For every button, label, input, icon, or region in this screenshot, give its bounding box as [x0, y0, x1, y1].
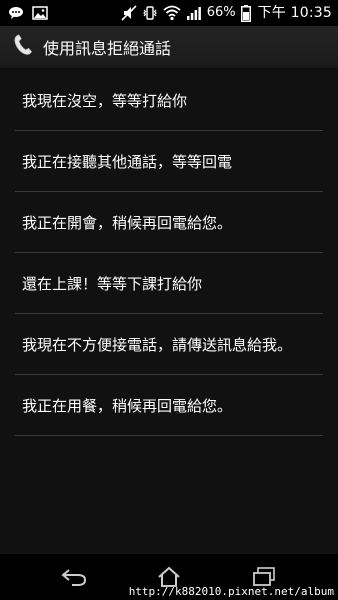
watermark: http://k882010.pixnet.net/album [128, 585, 334, 598]
message-item[interactable]: 我現在不方便接電話，請傳送訊息給我。 [0, 314, 338, 375]
message-item[interactable]: 我正在開會，稍候再回電給您。 [0, 192, 338, 253]
image-icon [32, 6, 48, 20]
message-label: 我正在用餐，稍候再回電給您。 [22, 396, 233, 415]
message-label: 我正在開會，稍候再回電給您。 [22, 213, 233, 232]
message-list: 我現在沒空，等等打給你 我正在接聽其他通話，等等回電 我正在開會，稍候再回電給您… [0, 70, 338, 436]
message-label: 我現在沒空，等等打給你 [22, 91, 188, 110]
vibrate-icon [142, 5, 158, 21]
message-label: 還在上課！等等下課打給你 [22, 274, 203, 293]
message-label: 我正在接聽其他通話，等等回電 [22, 152, 233, 171]
status-bar: 66% 下午 10:35 [0, 0, 338, 26]
notification-area[interactable] [0, 6, 48, 20]
chat-bubble-icon [8, 6, 24, 20]
message-item[interactable]: 我正在用餐，稍候再回電給您。 [0, 375, 338, 436]
clock: 下午 10:35 [257, 5, 332, 21]
silent-icon [121, 5, 137, 21]
message-item[interactable]: 我現在沒空，等等打給你 [0, 70, 338, 131]
back-icon [60, 567, 88, 591]
system-status: 66% 下午 10:35 [121, 0, 338, 26]
wifi-icon [163, 5, 181, 21]
battery-percent: 66% [206, 5, 236, 20]
screen: 66% 下午 10:35 使用訊息拒絕通話 我現在沒空，等等打給你 我正在接聽其 [0, 0, 338, 600]
navigation-bar: http://k882010.pixnet.net/album [0, 554, 338, 600]
message-item[interactable]: 我正在接聽其他通話，等等回電 [0, 131, 338, 192]
phone-handset-icon [11, 33, 35, 61]
page-title: 使用訊息拒絕通話 [43, 39, 172, 58]
message-label: 我現在不方便接電話，請傳送訊息給我。 [22, 335, 293, 354]
header: 使用訊息拒絕通話 [0, 26, 338, 70]
battery-icon [240, 4, 251, 22]
signal-icon [186, 5, 202, 21]
message-item[interactable]: 還在上課！等等下課打給你 [0, 253, 338, 314]
back-button[interactable] [54, 564, 94, 594]
